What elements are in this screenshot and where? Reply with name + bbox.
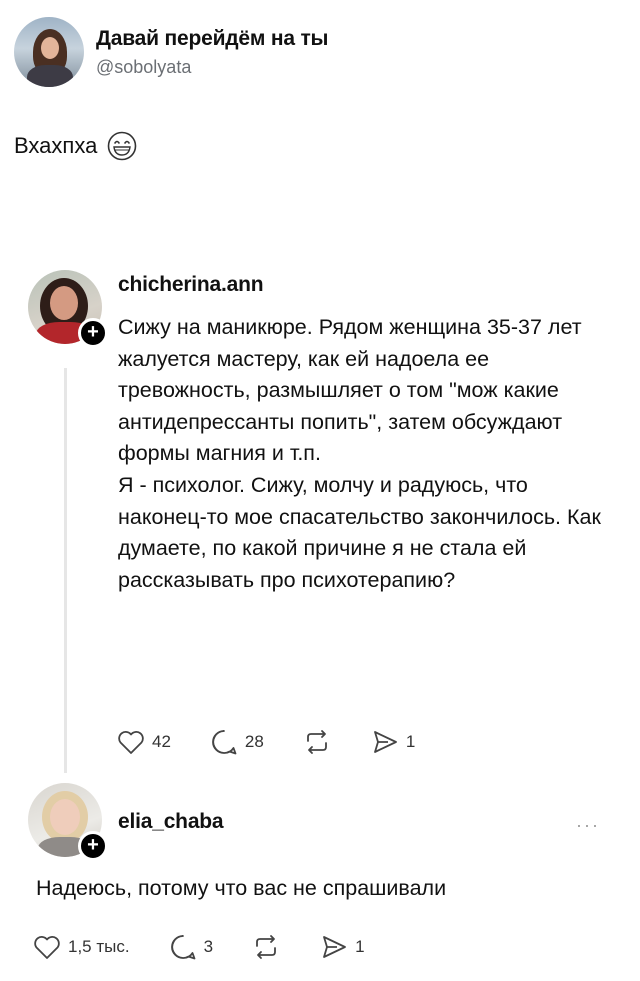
like-count: 1,5 тыс. [68,937,130,956]
post-paragraph: Сижу на маникюре. Рядом женщина 35-37 ле… [118,315,582,466]
reply-actions: 1,5 тыс. 3 1 [32,932,403,962]
comment-count: 28 [244,732,264,751]
share-count: 1 [405,732,416,751]
send-icon [323,936,346,958]
like-button[interactable]: 42 [116,727,171,757]
tweet-text-row: Вхахпха [14,131,137,161]
like-count: 42 [152,732,171,751]
post-username[interactable]: chicherina.ann [118,273,264,297]
heart-icon [34,936,60,959]
more-options-icon[interactable]: ··· [576,815,600,836]
follow-plus-icon[interactable]: + [78,318,108,348]
tweet-display-name[interactable]: Давай перейдём на ты [96,27,328,51]
comment-button[interactable]: 3 [168,932,213,962]
comment-bubble-icon [170,935,195,960]
post-paragraph: Я - психолог. Сижу, молчу и радуюсь, что… [118,472,601,592]
tweet-header: Давай перейдём на ты @sobolyata [14,17,328,87]
heart-icon [118,731,144,754]
grinning-face-emoji-icon [108,131,137,161]
repost-button[interactable] [251,932,281,962]
comment-button[interactable]: 28 [209,727,264,757]
post-body: Сижу на маникюре. Рядом женщина 35-37 ле… [118,312,618,596]
post-author-avatar-wrap: + [28,270,108,348]
like-button[interactable]: 1,5 тыс. [32,932,130,962]
repost-icon [306,730,327,754]
send-icon [373,731,397,753]
tweet-text: Вхахпха [14,133,98,158]
follow-plus-icon[interactable]: + [78,831,108,861]
tweet-handle[interactable]: @sobolyata [96,57,328,78]
share-button[interactable]: 1 [370,727,415,757]
comment-count: 3 [203,937,214,956]
reply-author-avatar-wrap: + [28,783,108,861]
reply-text: Надеюсь, потому что вас не спрашивали [36,876,447,900]
share-count: 1 [355,937,365,956]
repost-icon [256,935,276,959]
repost-button[interactable] [302,727,332,757]
thread-connector-line [64,368,67,773]
share-button[interactable]: 1 [319,932,365,962]
tweet-author-avatar[interactable] [14,17,84,87]
comment-bubble-icon [212,730,237,755]
tweet-author-names: Давай перейдём на ты @sobolyata [96,27,328,78]
post-actions: 42 28 1 [116,727,453,757]
reply-username[interactable]: elia_chaba [118,810,224,834]
